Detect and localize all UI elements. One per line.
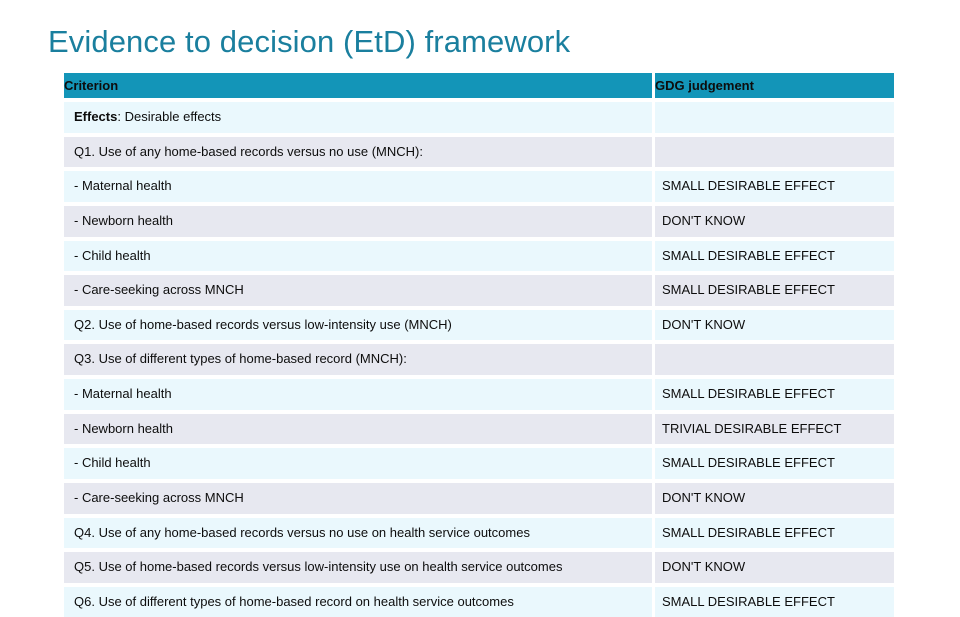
cell-judgement-highlighted: SMALL DESIRABLE EFFECT <box>655 379 894 410</box>
table-row[interactable]: - Newborn health TRIVIAL DESIRABLE EFFECT <box>64 413 894 445</box>
cell-criterion: Q4. Use of any home-based records versus… <box>64 517 652 549</box>
cell-criterion: - Maternal health <box>64 171 652 202</box>
table-row[interactable]: - Maternal health SMALL DESIRABLE EFFECT <box>64 171 894 202</box>
cell-judgement-highlighted: SMALL DESIRABLE EFFECT <box>655 517 894 549</box>
cell-judgement-highlighted: SMALL DESIRABLE EFFECT <box>655 586 894 617</box>
cell-criterion: Q1. Use of any home-based records versus… <box>64 136 652 168</box>
cell-criterion: Effects: Desirable effects <box>64 102 652 133</box>
criterion-label-rest: : Desirable effects <box>117 109 222 124</box>
criterion-label-bold: Effects <box>74 109 118 124</box>
cell-criterion: Q6. Use of different types of home-based… <box>64 586 652 617</box>
table-row[interactable]: Effects: Desirable effects <box>64 102 894 133</box>
table-body: Effects: Desirable effects Q1. Use of any… <box>64 98 894 617</box>
cell-criterion: - Child health <box>64 448 652 479</box>
column-header-criterion: Criterion <box>64 73 652 98</box>
table-row[interactable]: Q6. Use of different types of home-based… <box>64 586 894 617</box>
column-header-judgement: GDG judgement <box>655 73 894 98</box>
cell-judgement-highlighted: SMALL DESIRABLE EFFECT <box>655 171 894 202</box>
table-row[interactable]: Q4. Use of any home-based records versus… <box>64 517 894 549</box>
cell-judgement: DON'T KNOW <box>655 552 894 583</box>
cell-judgement <box>655 344 894 375</box>
table-row[interactable]: Q3. Use of different types of home-based… <box>64 344 894 375</box>
cell-criterion: - Newborn health <box>64 413 652 445</box>
cell-criterion: Q5. Use of home-based records versus low… <box>64 552 652 583</box>
cell-judgement <box>655 136 894 168</box>
cell-judgement-highlighted: SMALL DESIRABLE EFFECT <box>655 448 894 479</box>
table-row[interactable]: - Child health SMALL DESIRABLE EFFECT <box>64 448 894 479</box>
cell-criterion: Q2. Use of home-based records versus low… <box>64 309 652 341</box>
cell-judgement: DON'T KNOW <box>655 309 894 341</box>
cell-criterion: - Care-seeking across MNCH <box>64 482 652 514</box>
table-row[interactable]: Q5. Use of home-based records versus low… <box>64 552 894 583</box>
table-row[interactable]: - Child health SMALL DESIRABLE EFFECT <box>64 240 894 272</box>
cell-judgement: TRIVIAL DESIRABLE EFFECT <box>655 413 894 445</box>
cell-criterion: - Care-seeking across MNCH <box>64 275 652 306</box>
table-row[interactable]: Q2. Use of home-based records versus low… <box>64 309 894 341</box>
cell-judgement: DON'T KNOW <box>655 205 894 237</box>
cell-criterion: - Maternal health <box>64 379 652 410</box>
slide-canvas: Evidence to decision (EtD) framework Cri… <box>0 0 960 617</box>
cell-criterion: Q3. Use of different types of home-based… <box>64 344 652 375</box>
cell-judgement-highlighted: SMALL DESIRABLE EFFECT <box>655 240 894 272</box>
table-row[interactable]: Q1. Use of any home-based records versus… <box>64 136 894 168</box>
cell-criterion: - Child health <box>64 240 652 272</box>
cell-criterion: - Newborn health <box>64 205 652 237</box>
page-title: Evidence to decision (EtD) framework <box>48 24 571 59</box>
table-header: Criterion GDG judgement <box>64 73 894 98</box>
table-header-row: Criterion GDG judgement <box>64 73 894 98</box>
table-row[interactable]: - Newborn health DON'T KNOW <box>64 205 894 237</box>
table-row[interactable]: - Care-seeking across MNCH SMALL DESIRABL… <box>64 275 894 306</box>
cell-judgement: DON'T KNOW <box>655 482 894 514</box>
cell-judgement-highlighted: SMALL DESIRABLE EFFECT <box>655 275 894 306</box>
etd-framework-table: Criterion GDG judgement Effects: Desirab… <box>64 73 894 617</box>
cell-judgement <box>655 102 894 133</box>
table-row[interactable]: - Care-seeking across MNCH DON'T KNOW <box>64 482 894 514</box>
table-row[interactable]: - Maternal health SMALL DESIRABLE EFFECT <box>64 379 894 410</box>
